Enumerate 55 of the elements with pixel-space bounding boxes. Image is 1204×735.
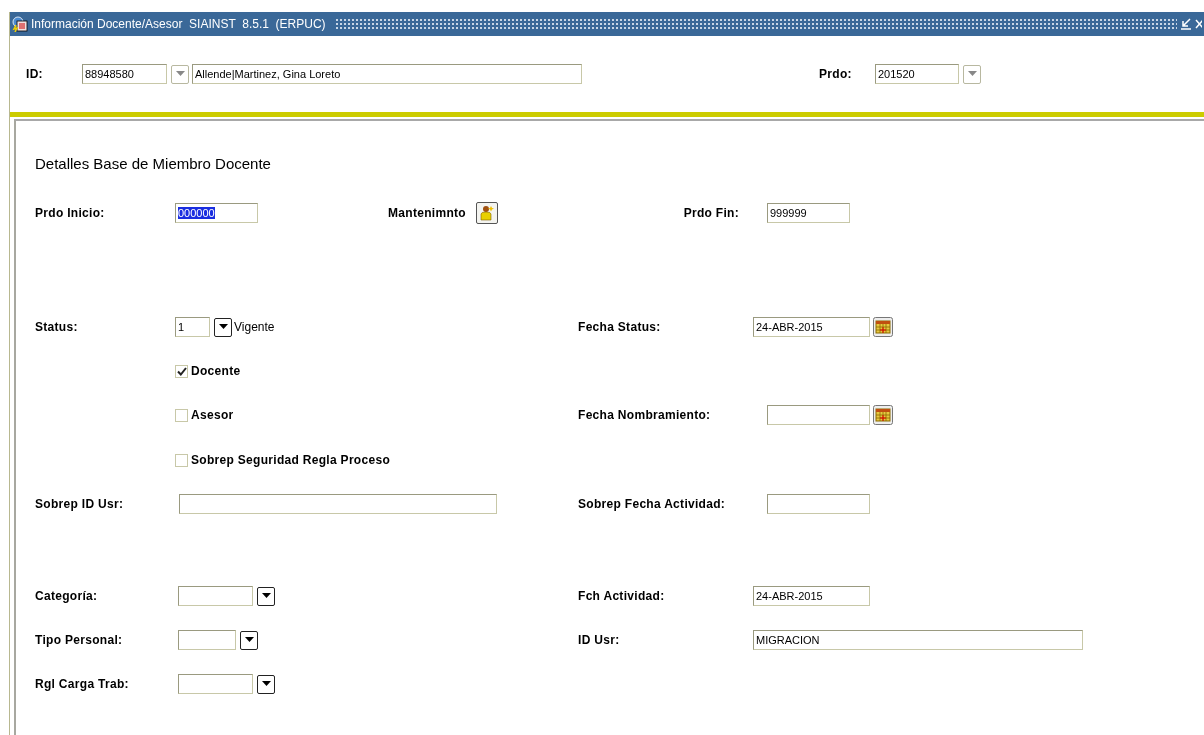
section-title: Detalles Base de Miembro Docente <box>35 155 272 172</box>
field-label: Mantenimnto <box>388 206 466 220</box>
id-field[interactable]: 88948580 <box>82 64 167 84</box>
activity-date-field[interactable]: 24-ABR-2015 <box>753 586 870 606</box>
user-id-field[interactable]: MIGRACION <box>753 630 1083 650</box>
field-label: Prdo: <box>819 67 853 81</box>
checkbox[interactable] <box>175 364 188 378</box>
dropdown-button[interactable] <box>240 630 258 650</box>
caret-icon <box>175 71 185 77</box>
window-title: Información Docente/Asesor SIAINST 8.5.1 (ERPUC) <box>31 17 327 31</box>
checkbox[interactable] <box>175 408 188 422</box>
caret-icon <box>261 593 271 599</box>
close-icon[interactable] <box>1195 17 1202 31</box>
field-label: Tipo Personal: <box>35 633 124 647</box>
caret-icon <box>967 71 977 77</box>
person-icon[interactable] <box>475 202 498 224</box>
term-end-field[interactable]: 999999 <box>767 203 850 223</box>
category-field[interactable] <box>178 586 253 606</box>
field-label: Prdo Fin: <box>683 206 739 220</box>
field-label: Rgl Carga Trab: <box>35 677 130 691</box>
caret-icon <box>244 637 254 643</box>
field-label: Sobrep Seguridad Regla Proceso <box>191 453 391 467</box>
checkbox[interactable] <box>175 453 188 467</box>
name-field[interactable]: Allende|Martinez, Gina Loreto <box>192 64 582 84</box>
status-description: Vigente <box>234 320 275 334</box>
field-label: Sobrep ID Usr: <box>35 497 125 511</box>
dropdown-button[interactable] <box>214 317 232 337</box>
calendar-icon[interactable] <box>873 317 893 337</box>
dropdown-button[interactable] <box>257 674 275 694</box>
status-field[interactable]: 1 <box>175 317 210 337</box>
field-label: Sobrep Fecha Actividad: <box>578 497 727 511</box>
app-icon <box>12 16 28 32</box>
field-label: Fch Actividad: <box>578 589 666 603</box>
caret-icon <box>261 681 271 687</box>
caret-icon <box>218 324 228 330</box>
staff-type-field[interactable] <box>178 630 236 650</box>
override-activity-date-field[interactable] <box>767 494 870 514</box>
term-field[interactable]: 201520 <box>875 64 959 84</box>
field-label: Asesor <box>191 408 234 422</box>
status-date-field[interactable]: 24-ABR-2015 <box>753 317 870 337</box>
minimize-icon[interactable] <box>1180 17 1192 31</box>
field-label: ID Usr: <box>578 633 621 647</box>
field-label: Categoría: <box>35 589 99 603</box>
term-start-field[interactable]: 000000 <box>175 203 258 223</box>
override-user-field[interactable] <box>179 494 497 514</box>
dropdown-button[interactable] <box>257 586 275 606</box>
field-label: Fecha Status: <box>578 320 662 334</box>
field-label: Docente <box>191 364 241 378</box>
field-label: Status: <box>35 320 79 334</box>
field-label: Fecha Nombramiento: <box>578 408 712 422</box>
appointment-date-field[interactable] <box>767 405 870 425</box>
field-label: Prdo Inicio: <box>35 206 106 220</box>
field-label: ID: <box>26 67 44 81</box>
calendar-icon[interactable] <box>873 405 893 425</box>
workload-rule-field[interactable] <box>178 674 253 694</box>
